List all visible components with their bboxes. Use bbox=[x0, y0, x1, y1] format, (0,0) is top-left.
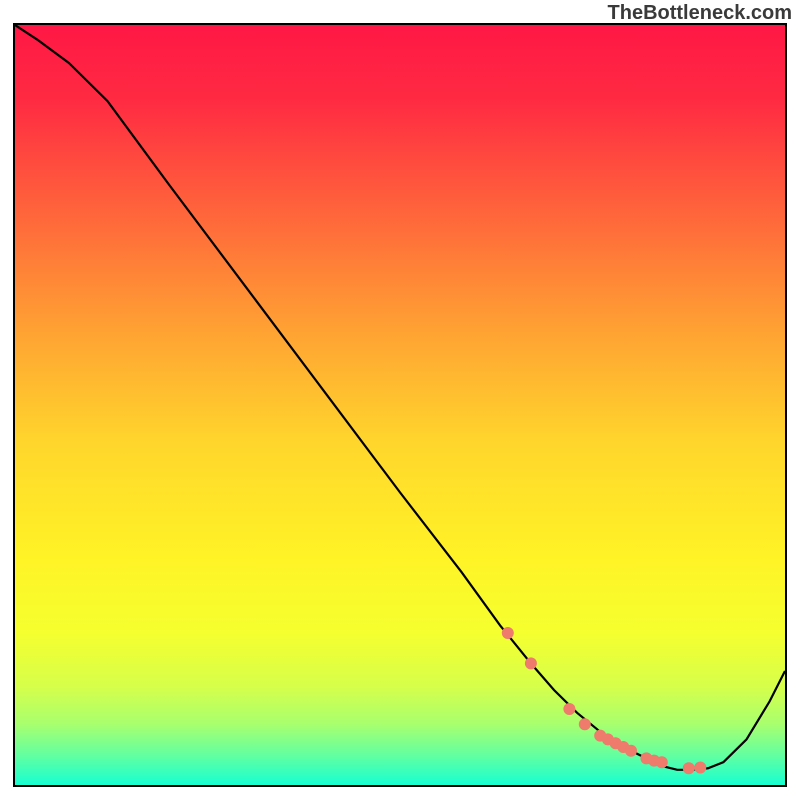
plot-frame bbox=[15, 25, 785, 785]
heatmap-background bbox=[15, 25, 785, 785]
chart-container: TheBottleneck.com bbox=[0, 0, 800, 800]
highlight-dot bbox=[525, 657, 537, 669]
highlight-dot bbox=[563, 703, 575, 715]
chart-svg bbox=[15, 25, 785, 785]
watermark-label: TheBottleneck.com bbox=[608, 2, 792, 25]
highlight-dot bbox=[656, 756, 668, 768]
highlight-dot bbox=[683, 762, 695, 774]
highlight-dot bbox=[694, 762, 706, 774]
highlight-dot bbox=[625, 745, 637, 757]
highlight-dot bbox=[579, 718, 591, 730]
highlight-dot bbox=[502, 627, 514, 639]
